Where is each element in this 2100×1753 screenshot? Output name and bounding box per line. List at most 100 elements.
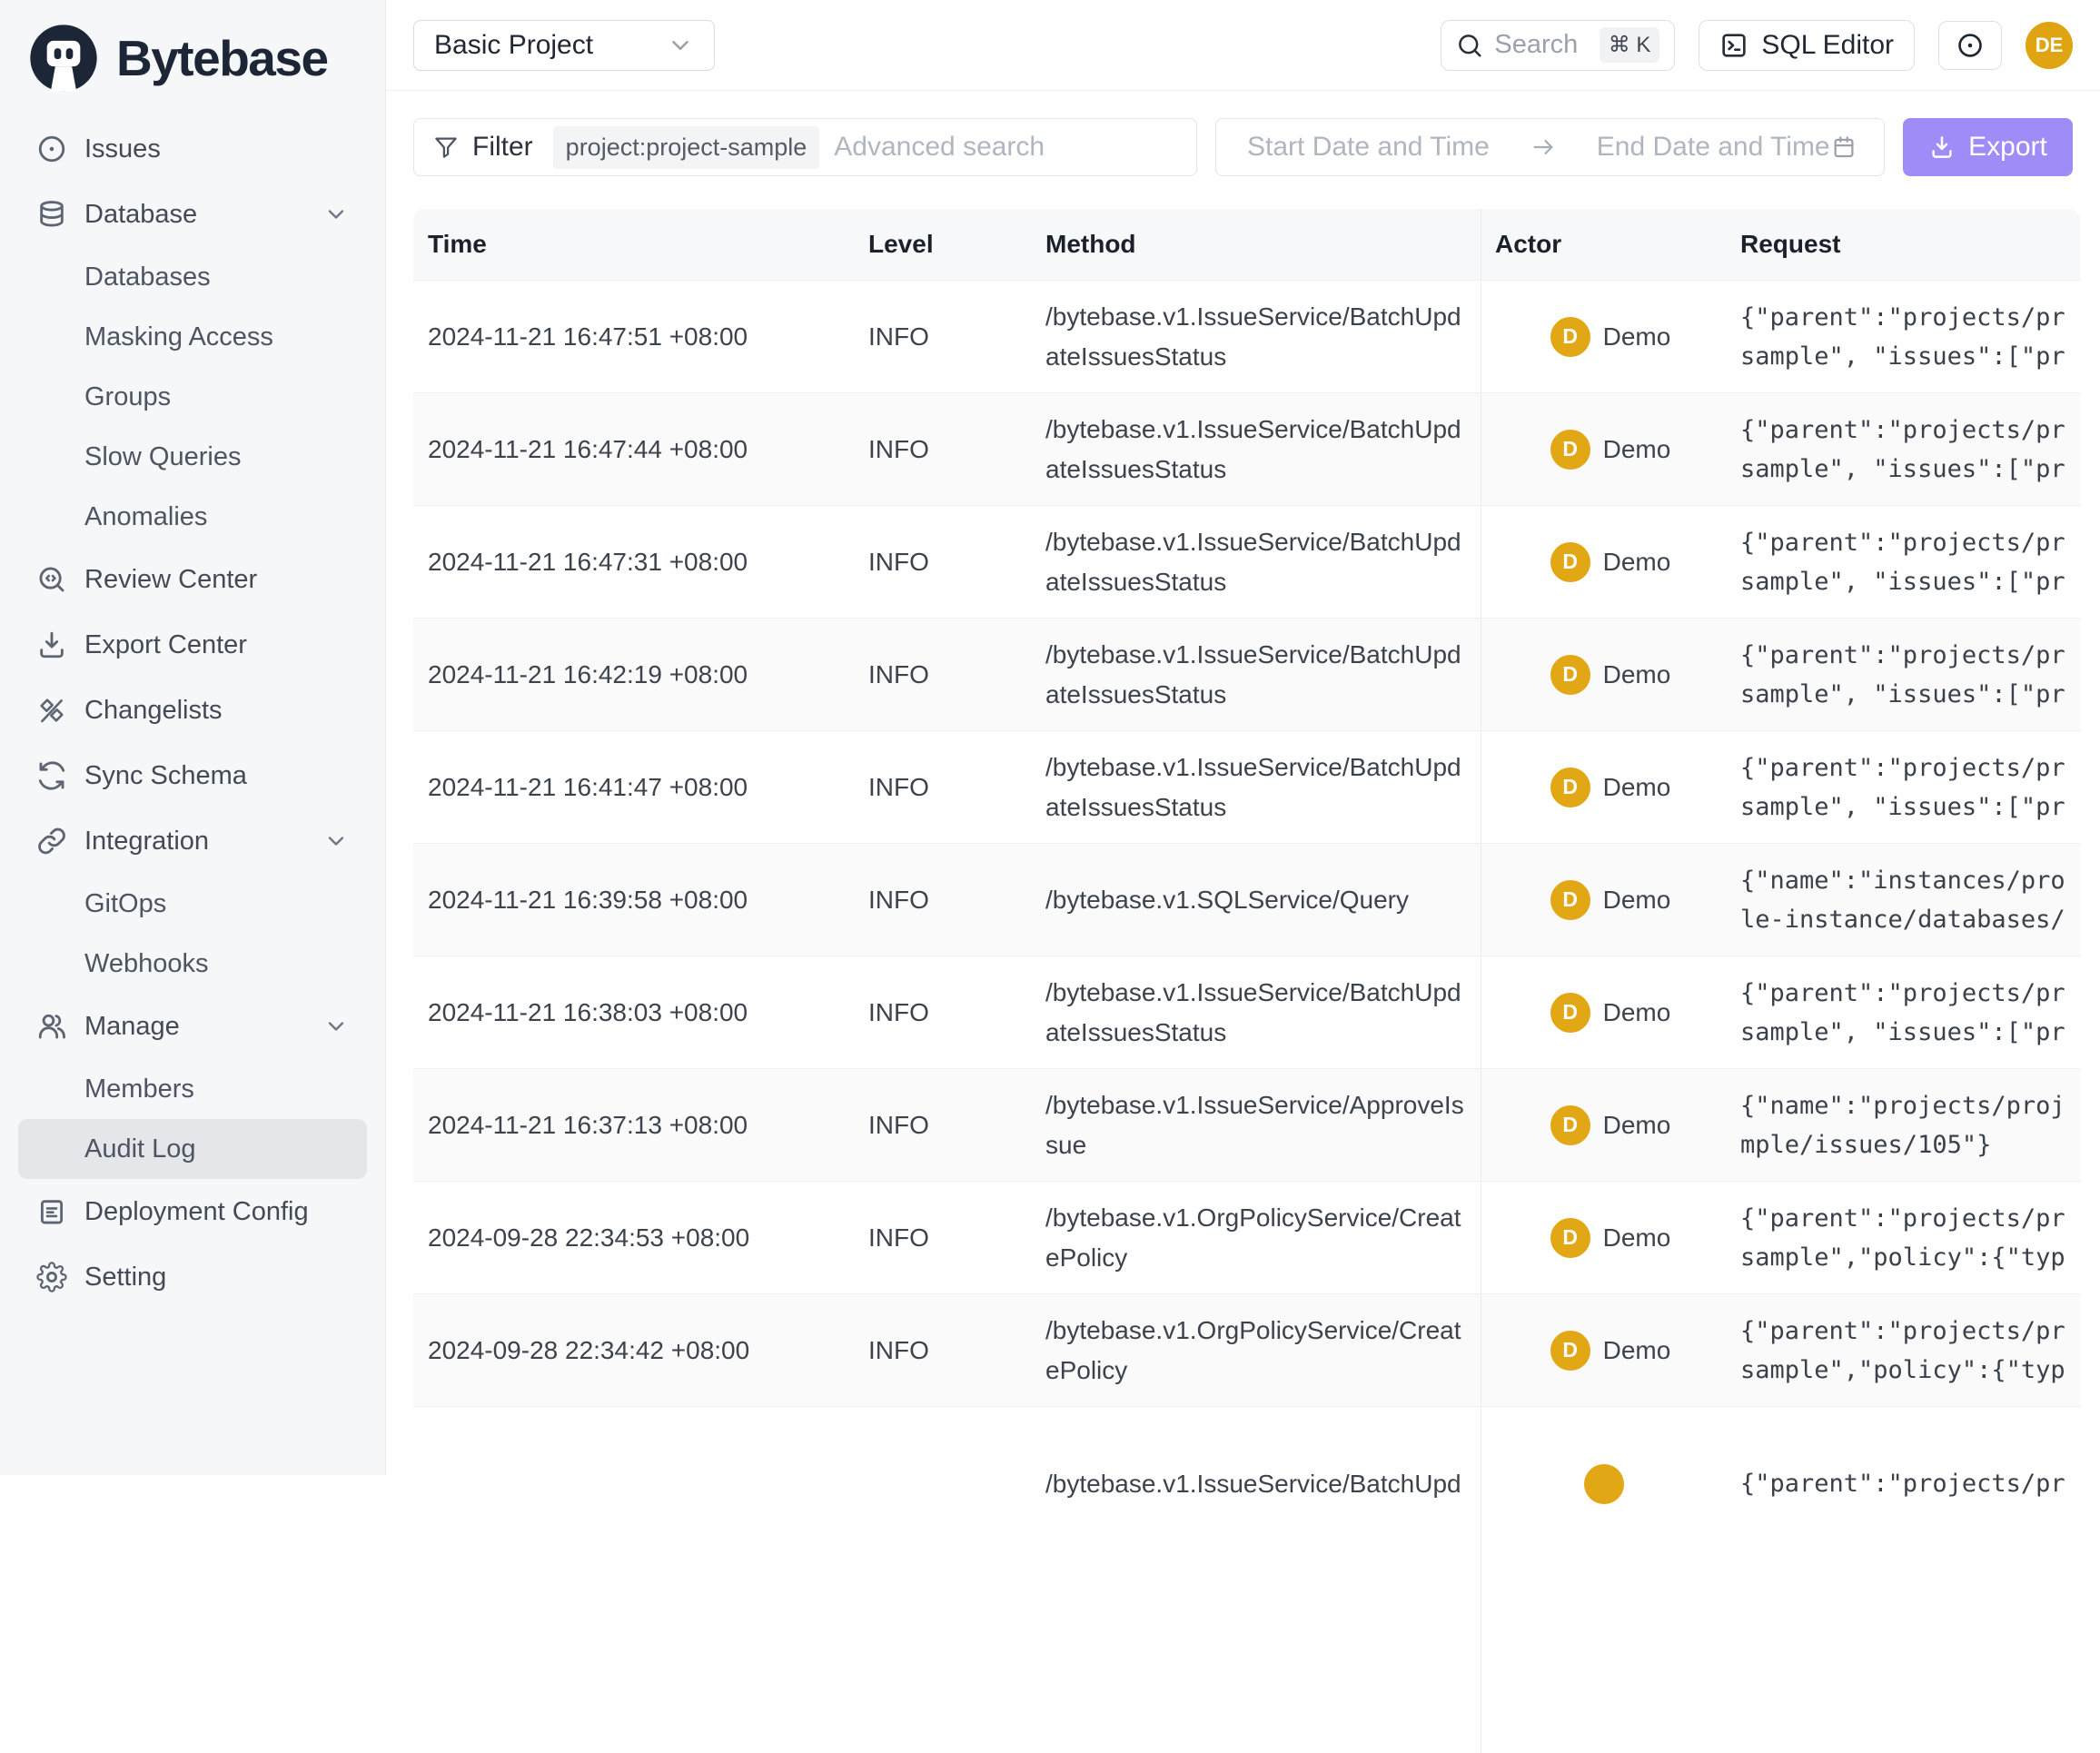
table-row[interactable]: /bytebase.v1.IssueService/BatchUpd {"par… <box>413 1406 2080 1560</box>
sidebar-item-label: Members <box>84 1075 194 1104</box>
table-row[interactable]: 2024-11-21 16:42:19 +08:00 INFO /bytebas… <box>413 618 2080 730</box>
table-row[interactable]: 2024-09-28 22:34:42 +08:00 INFO /bytebas… <box>413 1293 2080 1406</box>
cell-actor: D Demo <box>1481 393 1726 505</box>
actor-name: Demo <box>1603 1336 1671 1365</box>
sidebar-item-issues[interactable]: Issues <box>18 116 367 182</box>
actor-avatar: D <box>1550 1218 1590 1258</box>
sidebar-item-databases[interactable]: Databases <box>18 247 367 307</box>
date-range-picker[interactable]: Start Date and Time End Date and Time <box>1215 118 1885 176</box>
sidebar-item-label: Setting <box>84 1263 166 1292</box>
sidebar-item-deployment-config[interactable]: Deployment Config <box>18 1179 367 1244</box>
sidebar-item-label: Databases <box>84 262 211 292</box>
cell-level: INFO <box>854 956 1031 1068</box>
chevron-down-icon <box>323 828 349 854</box>
actor-name: Demo <box>1603 1223 1671 1253</box>
sidebar-item-review-center[interactable]: Review Center <box>18 547 367 612</box>
sidebar-item-label: Issues <box>84 134 161 164</box>
actor-name: Demo <box>1603 435 1671 464</box>
sidebar-item-slow-queries[interactable]: Slow Queries <box>18 427 367 487</box>
cell-actor: D Demo <box>1481 731 1726 843</box>
brand-logo[interactable]: Bytebase <box>0 0 385 104</box>
chevron-down-icon <box>667 32 694 59</box>
actor-avatar: D <box>1550 655 1590 695</box>
cell-level: INFO <box>854 506 1031 618</box>
search-placeholder: Search <box>1494 30 1578 60</box>
sidebar-item-masking-access[interactable]: Masking Access <box>18 307 367 367</box>
actor-avatar: D <box>1550 993 1590 1033</box>
sidebar-item-manage[interactable]: Manage <box>18 994 367 1059</box>
cell-request: {"parent":"projects/prsample", "issues":… <box>1726 731 2080 843</box>
sidebar-item-setting[interactable]: Setting <box>18 1244 367 1310</box>
table-header: Time Level Method Actor Request <box>413 209 2080 280</box>
terminal-icon <box>1719 31 1748 60</box>
start-date-placeholder: Start Date and Time <box>1247 132 1490 163</box>
cell-method: /bytebase.v1.IssueService/BatchUpdateIss… <box>1031 956 1481 1068</box>
audit-log-table: Time Level Method Actor Request 2024-11-… <box>413 209 2080 1560</box>
chevron-down-icon <box>323 1014 349 1039</box>
project-selector[interactable]: Basic Project <box>413 20 715 71</box>
sidebar-item-label: Groups <box>84 382 171 412</box>
cell-time <box>413 1407 854 1560</box>
sidebar-item-label: Masking Access <box>84 322 273 352</box>
user-avatar[interactable]: DE <box>2026 22 2073 69</box>
sql-editor-button[interactable]: SQL Editor <box>1699 20 1915 71</box>
actor-avatar: D <box>1550 542 1590 582</box>
sidebar-item-gitops[interactable]: GitOps <box>18 874 367 934</box>
cell-actor: D Demo <box>1481 281 1726 392</box>
sidebar-item-groups[interactable]: Groups <box>18 367 367 427</box>
refresh-icon <box>36 760 67 791</box>
actor-avatar: D <box>1550 317 1590 357</box>
column-header-method: Method <box>1031 209 1481 280</box>
cell-level: INFO <box>854 844 1031 956</box>
search-input[interactable]: Search ⌘ K <box>1441 20 1675 71</box>
table-row[interactable]: 2024-11-21 16:41:47 +08:00 INFO /bytebas… <box>413 730 2080 843</box>
sidebar-item-label: Export Center <box>84 630 247 660</box>
circle-dot-button[interactable] <box>1938 21 2002 70</box>
table-row[interactable]: 2024-11-21 16:39:58 +08:00 INFO /bytebas… <box>413 843 2080 956</box>
cell-request: {"name":"projects/projmple/issues/105"} <box>1726 1069 2080 1181</box>
cell-actor: D Demo <box>1481 506 1726 618</box>
advanced-search-placeholder: Advanced search <box>834 132 1045 163</box>
download-icon <box>1928 134 1956 161</box>
bytebase-logo-icon <box>27 22 100 94</box>
sidebar-item-audit-log[interactable]: Audit Log <box>18 1119 367 1179</box>
database-icon <box>36 199 67 230</box>
project-selector-value: Basic Project <box>434 30 593 61</box>
sidebar-item-anomalies[interactable]: Anomalies <box>18 487 367 547</box>
table-row[interactable]: 2024-11-21 16:47:31 +08:00 INFO /bytebas… <box>413 505 2080 618</box>
cell-time: 2024-11-21 16:47:51 +08:00 <box>413 281 854 392</box>
table-row[interactable]: 2024-09-28 22:34:53 +08:00 INFO /bytebas… <box>413 1181 2080 1293</box>
sidebar-item-sync-schema[interactable]: Sync Schema <box>18 743 367 808</box>
cell-time: 2024-11-21 16:41:47 +08:00 <box>413 731 854 843</box>
cell-request: {"parent":"projects/prsample", "issues":… <box>1726 393 2080 505</box>
table-row[interactable]: 2024-11-21 16:47:51 +08:00 INFO /bytebas… <box>413 280 2080 392</box>
cell-time: 2024-11-21 16:47:31 +08:00 <box>413 506 854 618</box>
cell-request: {"parent":"projects/prsample","policy":{… <box>1726 1182 2080 1293</box>
sidebar-item-members[interactable]: Members <box>18 1059 367 1119</box>
topbar-right: Search ⌘ K SQL Editor DE <box>1441 20 2073 71</box>
sidebar-item-label: Audit Log <box>84 1134 196 1164</box>
code-review-icon <box>36 564 67 595</box>
table-row[interactable]: 2024-11-21 16:47:44 +08:00 INFO /bytebas… <box>413 392 2080 505</box>
cell-level: INFO <box>854 1182 1031 1293</box>
sidebar: Bytebase Issues Database Databases Maski… <box>0 0 386 1475</box>
cell-actor: D Demo <box>1481 619 1726 730</box>
sidebar-item-changelists[interactable]: Changelists <box>18 678 367 743</box>
export-button[interactable]: Export <box>1903 118 2073 176</box>
table-row[interactable]: 2024-11-21 16:37:13 +08:00 INFO /bytebas… <box>413 1068 2080 1181</box>
cell-request: {"parent":"projects/prsample", "issues":… <box>1726 619 2080 730</box>
sidebar-item-database[interactable]: Database <box>18 182 367 247</box>
table-row[interactable]: 2024-11-21 16:38:03 +08:00 INFO /bytebas… <box>413 956 2080 1068</box>
cell-request: {"parent":"projects/prsample", "issues":… <box>1726 281 2080 392</box>
cell-method: /bytebase.v1.IssueService/BatchUpdateIss… <box>1031 619 1481 730</box>
sidebar-item-export-center[interactable]: Export Center <box>18 612 367 678</box>
cell-request: {"parent":"projects/prsample","policy":{… <box>1726 1294 2080 1406</box>
filter-search-input[interactable]: Filter project:project-sample Advanced s… <box>413 118 1197 176</box>
sidebar-item-webhooks[interactable]: Webhooks <box>18 934 367 994</box>
cell-level: INFO <box>854 731 1031 843</box>
cell-actor: D Demo <box>1481 1069 1726 1181</box>
keyboard-shortcut-badge: ⌘ K <box>1600 27 1660 63</box>
sidebar-item-integration[interactable]: Integration <box>18 808 367 874</box>
sidebar-item-label: GitOps <box>84 889 166 919</box>
filter-chip[interactable]: project:project-sample <box>553 126 820 169</box>
